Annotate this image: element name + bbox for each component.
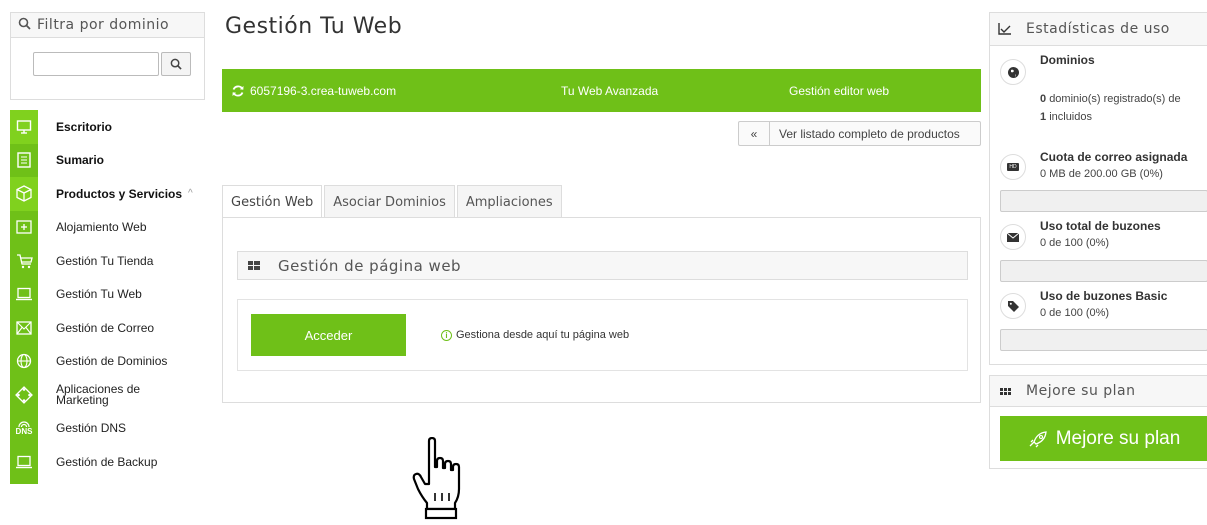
- mail-quota-value: 0 MB de 200.00 GB (0%): [1040, 168, 1163, 180]
- basic-mailboxes-title: Uso de buzones Basic: [1040, 289, 1168, 303]
- hd-icon: HD: [1000, 154, 1026, 180]
- sidebar-item-alojamiento[interactable]: Alojamiento Web: [10, 211, 205, 245]
- sidebar-item-dns[interactable]: DNS Gestión DNS: [10, 412, 205, 446]
- product-domain-text: 6057196-3.crea-tuweb.com: [250, 83, 397, 98]
- basic-mailboxes-progress: [1000, 329, 1207, 351]
- line-chart-icon: [990, 23, 1020, 35]
- page-title: Gestión Tu Web: [225, 14, 403, 39]
- globe-icon: [10, 345, 38, 379]
- tab-ampliaciones[interactable]: Ampliaciones: [456, 185, 562, 218]
- mail-icon: [10, 311, 38, 345]
- stats-title: Estadísticas de uso: [1026, 21, 1170, 37]
- hand-cursor-icon: [412, 437, 461, 520]
- view-products-button[interactable]: « Ver listado completo de productos: [738, 121, 981, 146]
- filter-form: [10, 38, 205, 100]
- left-sidebar: Filtra por dominio Escritorio Sumario Pr…: [10, 12, 205, 484]
- sidebar-item-productos[interactable]: Productos y Servicios ^: [10, 177, 205, 211]
- laptop-icon: [10, 445, 38, 479]
- cart-icon: [10, 244, 38, 278]
- rocket-icon: [1029, 430, 1047, 447]
- improve-plan-button[interactable]: Mejore su plan: [1000, 416, 1207, 461]
- domains-registered-count: 0: [1040, 93, 1047, 105]
- mailboxes-progress: [1000, 260, 1207, 282]
- sidebar-item-label: Gestión DNS: [56, 421, 127, 436]
- grid-dots-icon: [990, 387, 1020, 395]
- domains-title: Dominios: [1040, 53, 1095, 67]
- tab-bar: Gestión Web Asociar Dominios Ampliacione…: [222, 185, 564, 219]
- product-domain[interactable]: 6057196-3.crea-tuweb.com: [231, 84, 561, 98]
- sidebar-item-escritorio[interactable]: Escritorio: [10, 110, 205, 144]
- marketing-icon: [10, 378, 38, 412]
- layout-icon: [238, 260, 270, 271]
- improve-plan-label: Mejore su plan: [1055, 427, 1181, 449]
- access-button[interactable]: Acceder: [251, 314, 406, 356]
- info-icon: i: [441, 329, 452, 341]
- filter-header: Filtra por dominio: [10, 12, 205, 38]
- access-box: Acceder i Gestiona desde aquí tu página …: [237, 299, 968, 371]
- view-products-label: Ver listado completo de productos: [779, 126, 960, 141]
- improve-plan-panel: Mejore su plan Mejore su plan: [989, 375, 1207, 469]
- sidebar-item-label: Gestión de Backup: [56, 454, 158, 469]
- sidebar-item-label: Gestión de Dominios: [56, 354, 168, 369]
- product-bar: 6057196-3.crea-tuweb.com Tu Web Avanzada…: [222, 69, 981, 112]
- refresh-icon: [232, 85, 244, 96]
- domains-included-count: 1: [1040, 111, 1047, 123]
- envelope-icon: [1000, 224, 1026, 250]
- mailboxes-title: Uso total de buzones: [1040, 219, 1161, 233]
- filter-title: Filtra por dominio: [37, 17, 170, 33]
- collapse-caret-icon[interactable]: ^: [188, 188, 193, 199]
- stats-header: Estadísticas de uso: [990, 13, 1207, 46]
- access-info-text: Gestiona desde aquí tu página web: [456, 329, 630, 341]
- cube-icon: [10, 177, 38, 211]
- product-plan: Tu Web Avanzada: [561, 83, 659, 98]
- sidebar-item-label: Gestión Tu Web: [56, 287, 142, 302]
- domain-filter-input[interactable]: [33, 52, 159, 76]
- mail-quota-title: Cuota de correo asignada: [1040, 150, 1188, 164]
- mail-quota-progress: [1000, 190, 1207, 212]
- editor-link[interactable]: Gestión editor web: [789, 84, 889, 98]
- sidebar-item-label: Sumario: [56, 153, 105, 168]
- improve-header: Mejore su plan: [990, 376, 1207, 407]
- tab-asociar-dominios[interactable]: Asociar Dominios: [324, 185, 455, 218]
- double-left-arrow-icon: «: [739, 122, 770, 145]
- domains-registered-text: dominio(s) registrado(s) de: [1049, 93, 1181, 105]
- sidebar-item-label: Gestión de Correo: [56, 320, 155, 335]
- domains-included-text: incluidos: [1049, 111, 1092, 123]
- tab-gestion-web[interactable]: Gestión Web: [222, 185, 323, 219]
- sidebar-item-backup[interactable]: Gestión de Backup: [10, 445, 205, 479]
- domains-registered: 0 dominio(s) registrado(s) de: [1040, 93, 1181, 105]
- basic-mailboxes-value: 0 de 100 (0%): [1040, 307, 1110, 319]
- sidebar-item-dominios[interactable]: Gestión de Dominios: [10, 345, 205, 379]
- section-title: Gestión de página web: [278, 256, 462, 275]
- tab-panel: Gestión de página web Acceder i Gestiona…: [222, 217, 981, 403]
- sidebar-item-tuweb[interactable]: Gestión Tu Web: [10, 278, 205, 312]
- sidebar-item-label: Alojamiento Web: [56, 220, 147, 235]
- dns-icon: DNS: [10, 412, 38, 446]
- sidebar-item-label: Escritorio: [56, 119, 113, 134]
- domains-included: 1 incluidos: [1040, 111, 1092, 123]
- filter-search-button[interactable]: [161, 52, 191, 76]
- laptop-icon: [10, 278, 38, 312]
- sidebar-item-correo[interactable]: Gestión de Correo: [10, 311, 205, 345]
- monitor-icon: [10, 110, 38, 144]
- plus-box-icon: [10, 211, 38, 245]
- search-icon: [11, 17, 37, 33]
- sidebar-item-label: Gestión Tu Tienda: [56, 253, 154, 268]
- mailboxes-value: 0 de 100 (0%): [1040, 237, 1110, 249]
- globe-icon: [1000, 59, 1026, 85]
- section-header: Gestión de página web: [237, 251, 968, 280]
- tag-icon: [1000, 293, 1026, 319]
- sidebar-item-marketing[interactable]: Aplicaciones de Marketing: [10, 378, 205, 412]
- dns-icon-text: DNS: [15, 427, 33, 437]
- sidebar-item-sumario[interactable]: Sumario: [10, 144, 205, 178]
- sidebar-item-tienda[interactable]: Gestión Tu Tienda: [10, 244, 205, 278]
- sidebar-menu: Escritorio Sumario Productos y Servicios…: [10, 110, 205, 484]
- list-icon: [10, 144, 38, 178]
- improve-title: Mejore su plan: [1026, 383, 1136, 399]
- access-info: i Gestiona desde aquí tu página web: [441, 329, 629, 341]
- sidebar-item-label: Aplicaciones de Marketing: [56, 381, 141, 407]
- usage-stats-panel: Estadísticas de uso Dominios 0 dominio(s…: [989, 12, 1207, 365]
- sidebar-item-label: Productos y Servicios: [56, 186, 183, 201]
- search-icon: [170, 58, 182, 70]
